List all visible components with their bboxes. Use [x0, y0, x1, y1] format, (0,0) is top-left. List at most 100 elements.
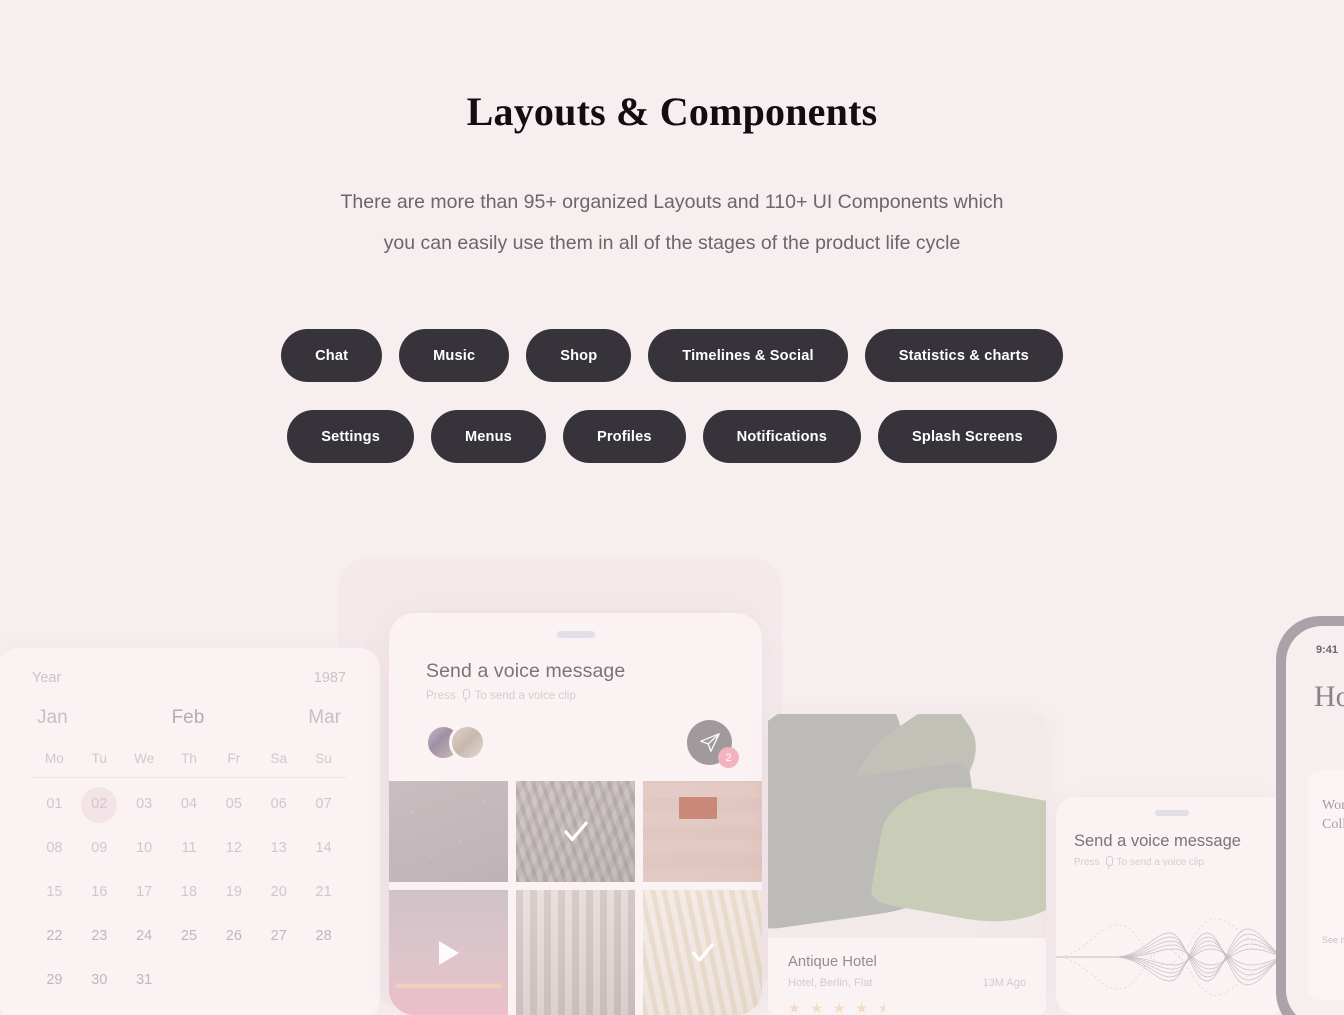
- calendar-day-label: 13: [270, 840, 287, 856]
- voice-subtitle-after: To send a voice clip: [474, 689, 576, 702]
- audio-waveform: [1056, 918, 1288, 996]
- calendar-day[interactable]: 12: [211, 835, 256, 862]
- phone-panel-title-line-1: World: [1322, 798, 1344, 813]
- calendar-day[interactable]: 06: [256, 791, 301, 818]
- pill-splash-screens[interactable]: Splash Screens: [878, 410, 1057, 463]
- calendar-day-label: 02: [91, 796, 108, 812]
- calendar-divider: [32, 777, 346, 778]
- play-icon[interactable]: [438, 940, 459, 965]
- page-subtitle: There are more than 95+ organized Layout…: [0, 182, 1344, 264]
- phone-content-panel[interactable]: World Collection See more: [1308, 770, 1344, 1000]
- calendar-day[interactable]: 22: [32, 923, 77, 950]
- calendar-month-jan[interactable]: Jan: [37, 707, 68, 729]
- phone-mockup: 9:41 Home World Collection See more: [1276, 616, 1344, 1015]
- pill-profiles[interactable]: Profiles: [562, 410, 686, 463]
- photo-city-aerial[interactable]: [516, 781, 635, 882]
- calendar-day[interactable]: 19: [211, 879, 256, 906]
- calendar-day[interactable]: 24: [122, 923, 167, 950]
- voice-message-action-row: 2: [425, 720, 739, 768]
- weekday-th: Th: [181, 751, 197, 766]
- calendar-day[interactable]: 01: [32, 791, 77, 818]
- calendar-day-label: 16: [91, 884, 108, 900]
- calendar-day-label: 09: [91, 840, 108, 856]
- weekday-fr: Fr: [227, 751, 241, 766]
- photo-books[interactable]: [643, 890, 762, 1015]
- calendar-day-label: 07: [315, 796, 332, 812]
- send-badge-count: 2: [718, 747, 739, 768]
- photo-stars[interactable]: [389, 781, 508, 882]
- calendar-day[interactable]: 23: [77, 923, 122, 950]
- calendar-day-label: 17: [136, 884, 153, 900]
- calendar-day-label: 29: [46, 972, 63, 988]
- calendar-day[interactable]: 04: [167, 791, 212, 818]
- calendar-day-selected[interactable]: 02: [77, 791, 122, 818]
- calendar-day[interactable]: 16: [77, 879, 122, 906]
- calendar-day[interactable]: 09: [77, 835, 122, 862]
- sheet-grabber-handle[interactable]: [556, 631, 595, 638]
- calendar-day[interactable]: 17: [122, 879, 167, 906]
- avatar[interactable]: [449, 724, 486, 761]
- calendar-day[interactable]: 07: [301, 791, 346, 818]
- calendar-day[interactable]: 03: [122, 791, 167, 818]
- calendar-day[interactable]: 05: [211, 791, 256, 818]
- calendar-day[interactable]: 10: [122, 835, 167, 862]
- see-more-link[interactable]: See more: [1322, 935, 1344, 945]
- voice-message-title: Send a voice message: [426, 660, 626, 682]
- calendar-day-label: 06: [270, 796, 287, 812]
- calendar-day[interactable]: 31: [122, 967, 167, 994]
- calendar-day[interactable]: 11: [167, 835, 212, 862]
- calendar-header: Year 1987: [32, 670, 346, 686]
- calendar-month-mar[interactable]: Mar: [308, 707, 341, 729]
- calendar-day-label: 28: [315, 928, 332, 944]
- calendar-day-label: 26: [225, 928, 242, 944]
- calendar-day[interactable]: 21: [301, 879, 346, 906]
- hotel-meta: Hotel, Berlin, Flat: [788, 977, 873, 989]
- calendar-day[interactable]: 29: [32, 967, 77, 994]
- calendar-day-label: 30: [91, 972, 108, 988]
- pill-music[interactable]: Music: [399, 329, 510, 382]
- calendar-day[interactable]: 28: [301, 923, 346, 950]
- hotel-listing-card[interactable]: Antique Hotel Hotel, Berlin, Flat 13M Ag…: [768, 714, 1046, 1015]
- calendar-year-label: Year: [32, 670, 62, 686]
- pill-timelines-social[interactable]: Timelines & Social: [648, 329, 848, 382]
- calendar-day[interactable]: 27: [256, 923, 301, 950]
- calendar-day-label: 05: [225, 796, 242, 812]
- category-pill-row-2: Settings Menus Profiles Notifications Sp…: [0, 410, 1344, 463]
- calendar-day[interactable]: 25: [167, 923, 212, 950]
- pill-menus[interactable]: Menus: [430, 410, 546, 463]
- calendar-day[interactable]: 15: [32, 879, 77, 906]
- calendar-day[interactable]: 26: [211, 923, 256, 950]
- hotel-card-body: Antique Hotel Hotel, Berlin, Flat 13M Ag…: [768, 938, 1046, 1015]
- photo-fade: [643, 781, 762, 882]
- photo-record-store[interactable]: [516, 890, 635, 1015]
- calendar-day[interactable]: 20: [256, 879, 301, 906]
- pill-settings[interactable]: Settings: [287, 410, 414, 463]
- pill-shop[interactable]: Shop: [526, 329, 632, 382]
- microphone-icon: [1104, 856, 1113, 869]
- sheet-grabber-handle[interactable]: [1155, 810, 1189, 816]
- calendar-day-label: 01: [46, 796, 63, 812]
- pill-chat[interactable]: Chat: [281, 329, 383, 382]
- calendar-day[interactable]: 14: [301, 835, 346, 862]
- photo-fade: [389, 781, 508, 882]
- calendar-day-label: 03: [136, 796, 153, 812]
- calendar-month-feb[interactable]: Feb: [172, 707, 205, 729]
- photo-swing-sunset[interactable]: [389, 890, 508, 1015]
- pill-notifications[interactable]: Notifications: [702, 410, 861, 463]
- send-button[interactable]: 2: [687, 720, 739, 768]
- check-icon: [563, 821, 588, 841]
- calendar-day[interactable]: 30: [77, 967, 122, 994]
- calendar-day-label: 24: [136, 928, 153, 944]
- category-pill-groups: Chat Music Shop Timelines & Social Stati…: [0, 329, 1344, 463]
- calendar-day[interactable]: 08: [32, 835, 77, 862]
- paper-plane-icon: [699, 732, 720, 752]
- calendar-day[interactable]: 13: [256, 835, 301, 862]
- calendar-day[interactable]: 18: [167, 879, 212, 906]
- calendar-year-value[interactable]: 1987: [314, 670, 346, 686]
- pill-statistics-charts[interactable]: Statistics & charts: [864, 329, 1063, 382]
- calendar-day-label: 08: [46, 840, 63, 856]
- voice-message-subtitle: Press To send a voice clip: [1074, 856, 1288, 869]
- photo-wall-art[interactable]: [643, 781, 762, 882]
- calendar-day-label: 22: [46, 928, 63, 944]
- phone-screen: 9:41 Home World Collection See more: [1286, 626, 1344, 1015]
